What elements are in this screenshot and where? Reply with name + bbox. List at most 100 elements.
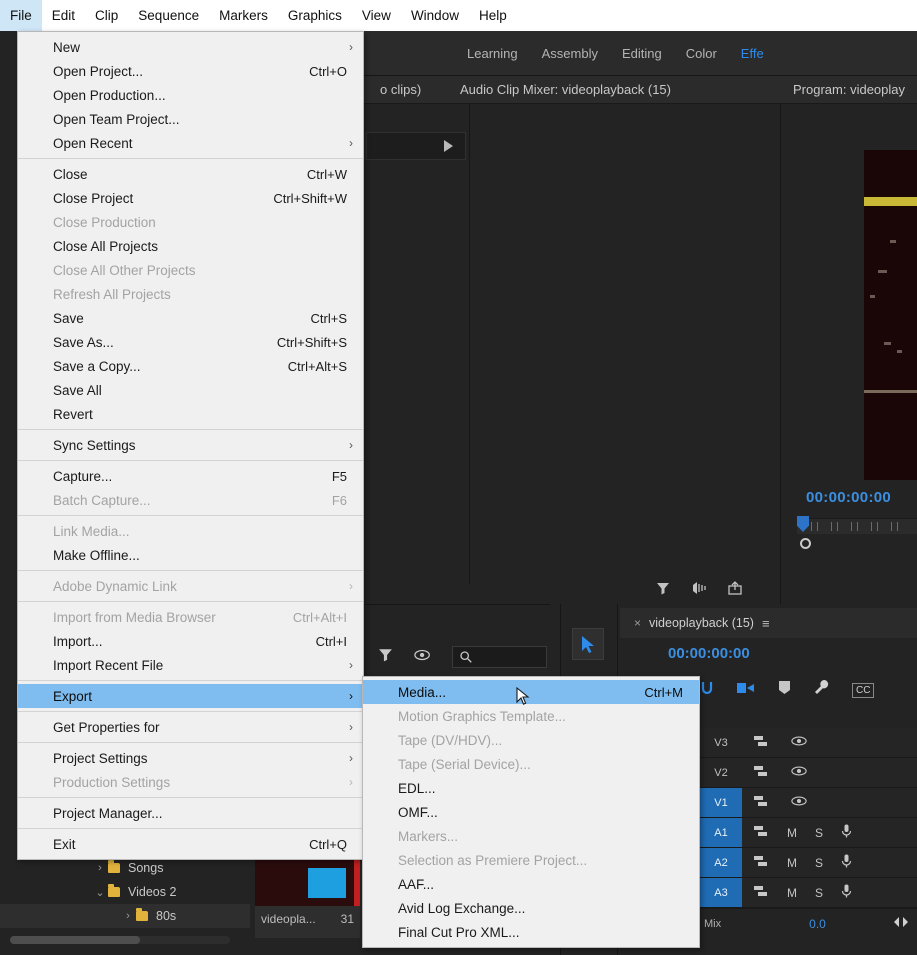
eye-icon[interactable] (791, 765, 807, 780)
file-menu-item-capture[interactable]: Capture...F5 (18, 464, 363, 488)
export-item-omf[interactable]: OMF... (363, 800, 699, 824)
eye-icon[interactable] (791, 735, 807, 750)
target-track-icon[interactable] (754, 825, 769, 841)
track-row[interactable]: V1 (700, 788, 917, 818)
mute-button[interactable]: M (787, 856, 797, 870)
file-menu-item-import-recent-file[interactable]: Import Recent File› (18, 653, 363, 677)
menu-graphics[interactable]: Graphics (278, 0, 352, 31)
file-menu-item-new[interactable]: New› (18, 35, 363, 59)
file-menu-item-save-as[interactable]: Save As...Ctrl+Shift+S (18, 330, 363, 354)
chevron-right-icon[interactable]: › (120, 910, 136, 922)
project-clip-item[interactable]: videopla... 31 (255, 858, 360, 938)
menu-view[interactable]: View (352, 0, 401, 31)
file-menu-item-project-settings[interactable]: Project Settings› (18, 746, 363, 770)
close-icon[interactable]: × (634, 616, 641, 630)
solo-button[interactable]: S (815, 826, 823, 840)
solo-button[interactable]: S (815, 886, 823, 900)
source-panel-row[interactable] (366, 132, 466, 160)
export-item-media[interactable]: Media...Ctrl+M (363, 680, 699, 704)
target-track-icon[interactable] (754, 855, 769, 871)
mute-button[interactable]: M (787, 826, 797, 840)
target-track-icon[interactable] (754, 885, 769, 901)
file-menu-item-close-all-projects[interactable]: Close All Projects (18, 234, 363, 258)
target-track-icon[interactable] (754, 795, 769, 811)
wrench-icon[interactable] (813, 679, 830, 701)
file-menu-item-get-properties-for[interactable]: Get Properties for› (18, 715, 363, 739)
microphone-icon[interactable] (841, 884, 852, 901)
file-menu-item-open-recent[interactable]: Open Recent› (18, 131, 363, 155)
menu-markers[interactable]: Markers (209, 0, 278, 31)
file-menu-item-import[interactable]: Import...Ctrl+I (18, 629, 363, 653)
filter-icon[interactable] (377, 646, 394, 668)
project-horizontal-scrollbar[interactable] (10, 936, 230, 944)
file-menu-item-save[interactable]: SaveCtrl+S (18, 306, 363, 330)
file-menu-item-export[interactable]: Export› (18, 684, 363, 708)
track-row[interactable]: A2 M S (700, 848, 917, 878)
linked-selection-icon[interactable] (736, 680, 756, 701)
menu-edit[interactable]: Edit (42, 0, 85, 31)
file-menu-item-close[interactable]: CloseCtrl+W (18, 162, 363, 186)
file-menu-item-make-offline[interactable]: Make Offline... (18, 543, 363, 567)
program-monitor-time-ruler[interactable] (797, 518, 917, 534)
snap-icon[interactable] (700, 680, 714, 701)
workspace-tab-color[interactable]: Color (674, 46, 729, 61)
marker-icon[interactable] (778, 680, 791, 700)
menu-help[interactable]: Help (469, 0, 517, 31)
workspace-tab-effects[interactable]: Effe (729, 46, 776, 61)
collapse-icon[interactable] (893, 915, 917, 933)
track-row[interactable]: V2 (700, 758, 917, 788)
selection-tool-button[interactable] (572, 628, 604, 660)
audio-meter-icon[interactable] (691, 580, 707, 601)
track-name-v3[interactable]: V3 (700, 728, 742, 757)
export-audio-icon[interactable] (727, 580, 743, 601)
timeline-tab-label[interactable]: videoplayback (15) (649, 616, 754, 630)
tree-item-videos-2[interactable]: ⌄ Videos 2 (0, 880, 250, 904)
microphone-icon[interactable] (841, 824, 852, 841)
export-item-edl[interactable]: EDL... (363, 776, 699, 800)
closed-captions-icon[interactable]: CC (852, 683, 874, 698)
file-menu-item-save-all[interactable]: Save All (18, 378, 363, 402)
solo-button[interactable]: S (815, 856, 823, 870)
file-menu-item-open-project[interactable]: Open Project...Ctrl+O (18, 59, 363, 83)
microphone-icon[interactable] (841, 854, 852, 871)
export-item-aaf[interactable]: AAF... (363, 872, 699, 896)
track-row[interactable]: A1 M S (700, 818, 917, 848)
export-item-final-cut-pro-xml[interactable]: Final Cut Pro XML... (363, 920, 699, 944)
program-monitor-timecode[interactable]: 00:00:00:00 (806, 489, 891, 506)
menu-file[interactable]: File (0, 0, 42, 31)
file-menu-item-open-team-project[interactable]: Open Team Project... (18, 107, 363, 131)
file-menu-item-exit[interactable]: ExitCtrl+Q (18, 832, 363, 856)
chevron-right-icon[interactable]: › (92, 862, 108, 874)
track-name-v2[interactable]: V2 (700, 758, 742, 787)
tree-item-80s[interactable]: › 80s (0, 904, 250, 928)
track-name-v1[interactable]: V1 (700, 788, 742, 817)
menu-clip[interactable]: Clip (85, 0, 128, 31)
menu-window[interactable]: Window (401, 0, 469, 31)
program-playhead-handle[interactable] (800, 538, 811, 549)
mix-value[interactable]: 0.0 (742, 917, 893, 931)
eye-icon[interactable] (414, 648, 432, 667)
export-item-avid-log-exchange[interactable]: Avid Log Exchange... (363, 896, 699, 920)
track-name-a1[interactable]: A1 (700, 818, 742, 847)
file-menu-item-project-manager[interactable]: Project Manager... (18, 801, 363, 825)
panel-menu-icon[interactable]: ≡ (762, 616, 770, 631)
file-menu-item-close-project[interactable]: Close ProjectCtrl+Shift+W (18, 186, 363, 210)
target-track-icon[interactable] (754, 735, 769, 751)
track-row[interactable]: V3 (700, 728, 917, 758)
master-mix-row[interactable]: Mix 0.0 (700, 908, 917, 938)
chevron-down-icon[interactable]: ⌄ (92, 886, 108, 899)
workspace-tab-editing[interactable]: Editing (610, 46, 674, 61)
workspace-tab-learning[interactable]: Learning (455, 46, 530, 61)
mute-button[interactable]: M (787, 886, 797, 900)
track-name-a3[interactable]: A3 (700, 878, 742, 907)
file-menu-item-save-a-copy[interactable]: Save a Copy...Ctrl+Alt+S (18, 354, 363, 378)
track-name-a2[interactable]: A2 (700, 848, 742, 877)
target-track-icon[interactable] (754, 765, 769, 781)
eye-icon[interactable] (791, 795, 807, 810)
search-input[interactable] (452, 646, 547, 668)
workspace-tab-assembly[interactable]: Assembly (530, 46, 610, 61)
file-menu-item-revert[interactable]: Revert (18, 402, 363, 426)
file-menu-item-sync-settings[interactable]: Sync Settings› (18, 433, 363, 457)
track-row[interactable]: A3 M S (700, 878, 917, 908)
menu-sequence[interactable]: Sequence (128, 0, 209, 31)
